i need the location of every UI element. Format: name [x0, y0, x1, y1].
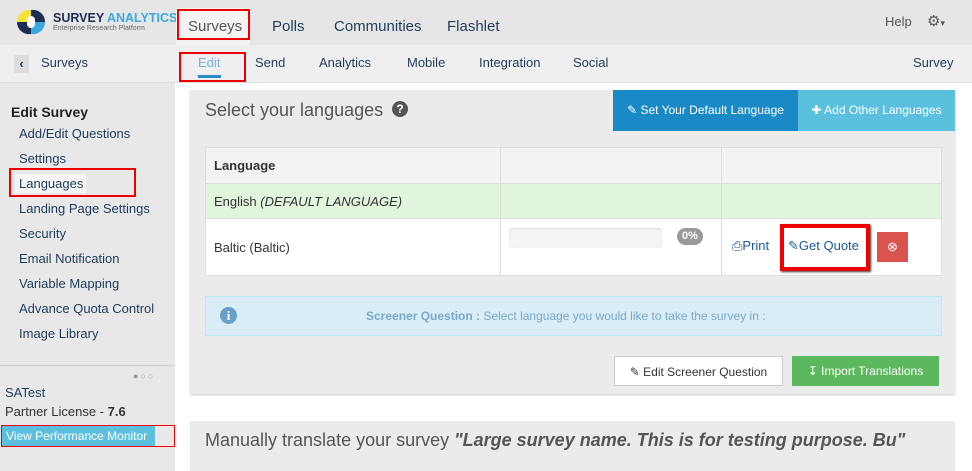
- help-link[interactable]: Help: [885, 14, 912, 29]
- highlight-box: [179, 52, 246, 82]
- brand-name-1: SURVEY: [53, 11, 104, 25]
- carousel-dots[interactable]: ●○○: [133, 371, 155, 381]
- print-label: Print: [742, 238, 770, 253]
- brand-name-2: ANALYTICS: [106, 11, 178, 25]
- import-icon: ↧: [807, 364, 818, 378]
- set-default-language-button[interactable]: ✎ Set Your Default Language: [613, 90, 798, 131]
- user-name[interactable]: SATest: [5, 385, 45, 400]
- survey-name: "Large survey name. This is for testing …: [454, 430, 906, 450]
- tab-flashlet[interactable]: Flashlet: [447, 0, 500, 45]
- edit-icon: ✎: [788, 238, 799, 253]
- col-language: Language: [205, 147, 501, 184]
- print-link[interactable]: ⎙Print: [732, 238, 769, 254]
- sidebar-item-advance-quota-control[interactable]: Advance Quota Control: [19, 301, 154, 316]
- back-surveys-link[interactable]: Surveys: [41, 45, 88, 83]
- delete-button[interactable]: ⊗: [877, 232, 908, 262]
- license-label: Partner License -: [5, 404, 108, 419]
- table-row: Baltic (Baltic) 0% ⎙Print ✎Get Quote ⊗: [205, 218, 942, 276]
- manual-prefix: Manually translate your survey: [205, 430, 455, 450]
- table-header: Language: [205, 147, 942, 184]
- actions-cell: ⎙Print ✎Get Quote ⊗: [721, 218, 942, 276]
- col-progress: [500, 147, 722, 184]
- edit-icon: ✎: [629, 365, 640, 379]
- brand-name: SURVEY ANALYTICS: [53, 11, 177, 25]
- manual-translate-title: Manually translate your survey "Large su…: [205, 430, 905, 451]
- back-chevron-icon[interactable]: ‹: [14, 55, 29, 73]
- edit-icon: ✎: [627, 103, 638, 117]
- highlight-box: [177, 9, 250, 40]
- brand-tagline: Enterprise Research Platform: [53, 25, 145, 32]
- edit-screener-label: Edit Screener Question: [643, 365, 768, 379]
- highlight-box: [9, 168, 136, 197]
- tab-communities[interactable]: Communities: [334, 0, 422, 45]
- progress-bar: [509, 228, 662, 248]
- sidebar-item-settings[interactable]: Settings: [19, 151, 66, 166]
- subtab-social[interactable]: Social: [573, 45, 608, 83]
- default-language-note: (DEFAULT LANGUAGE): [260, 193, 403, 209]
- license-text: Partner License - 7.6: [5, 404, 126, 419]
- edit-screener-question-button[interactable]: ✎ Edit Screener Question: [614, 356, 783, 386]
- sidebar-item-variable-mapping[interactable]: Variable Mapping: [19, 276, 119, 291]
- gear-icon[interactable]: ⚙▾: [927, 12, 945, 30]
- screener-text: Screener Question : Select language you …: [366, 309, 766, 323]
- screener-label: Screener Question :: [366, 309, 481, 323]
- import-translations-label: Import Translations: [821, 364, 924, 378]
- add-other-languages-button[interactable]: ✚ Add Other Languages: [798, 90, 955, 131]
- survey-label[interactable]: Survey: [913, 45, 953, 83]
- add-other-languages-label: Add Other Languages: [824, 103, 942, 117]
- info-icon: i: [220, 307, 237, 324]
- tab-polls[interactable]: Polls: [272, 0, 305, 45]
- language-english: English: [214, 193, 257, 209]
- progress-cell: 0%: [500, 218, 722, 276]
- get-quote-label: Get Quote: [798, 238, 859, 253]
- sidebar-title: Edit Survey: [11, 104, 89, 120]
- subtab-mobile[interactable]: Mobile: [407, 45, 445, 83]
- subtab-integration[interactable]: Integration: [479, 45, 540, 83]
- license-version: 7.6: [107, 404, 126, 419]
- screener-question: Select language you would like to take t…: [483, 309, 766, 323]
- get-quote-link[interactable]: ✎Get Quote: [788, 238, 859, 254]
- import-translations-button[interactable]: ↧ Import Translations: [792, 356, 939, 386]
- help-circle-icon[interactable]: ?: [392, 101, 408, 117]
- divider: [0, 365, 175, 366]
- print-icon: ⎙: [732, 238, 743, 253]
- view-performance-monitor-button[interactable]: View Performance Monitor: [2, 426, 155, 446]
- close-circle-icon: ⊗: [887, 239, 898, 254]
- logo-icon: [15, 8, 47, 36]
- language-name: Baltic (Baltic): [205, 218, 501, 276]
- subtab-send[interactable]: Send: [255, 45, 285, 83]
- set-default-language-label: Set Your Default Language: [640, 103, 784, 117]
- sidebar-item-add-edit-questions[interactable]: Add/Edit Questions: [19, 126, 130, 141]
- languages-table: Language English (DEFAULT LANGUAGE) Balt…: [205, 147, 942, 276]
- col-actions: [721, 147, 942, 184]
- language-name: English (DEFAULT LANGUAGE): [205, 183, 501, 219]
- sidebar-item-email-notification[interactable]: Email Notification: [19, 251, 119, 266]
- table-row: English (DEFAULT LANGUAGE): [205, 183, 942, 219]
- sidebar-item-security[interactable]: Security: [19, 226, 66, 241]
- plus-icon: ✚: [811, 103, 822, 117]
- panel-title: Select your languages: [205, 100, 384, 120]
- progress-badge: 0%: [677, 228, 703, 245]
- sidebar-item-image-library[interactable]: Image Library: [19, 326, 98, 341]
- sidebar-item-landing-page-settings[interactable]: Landing Page Settings: [19, 201, 150, 216]
- subtab-analytics[interactable]: Analytics: [319, 45, 371, 83]
